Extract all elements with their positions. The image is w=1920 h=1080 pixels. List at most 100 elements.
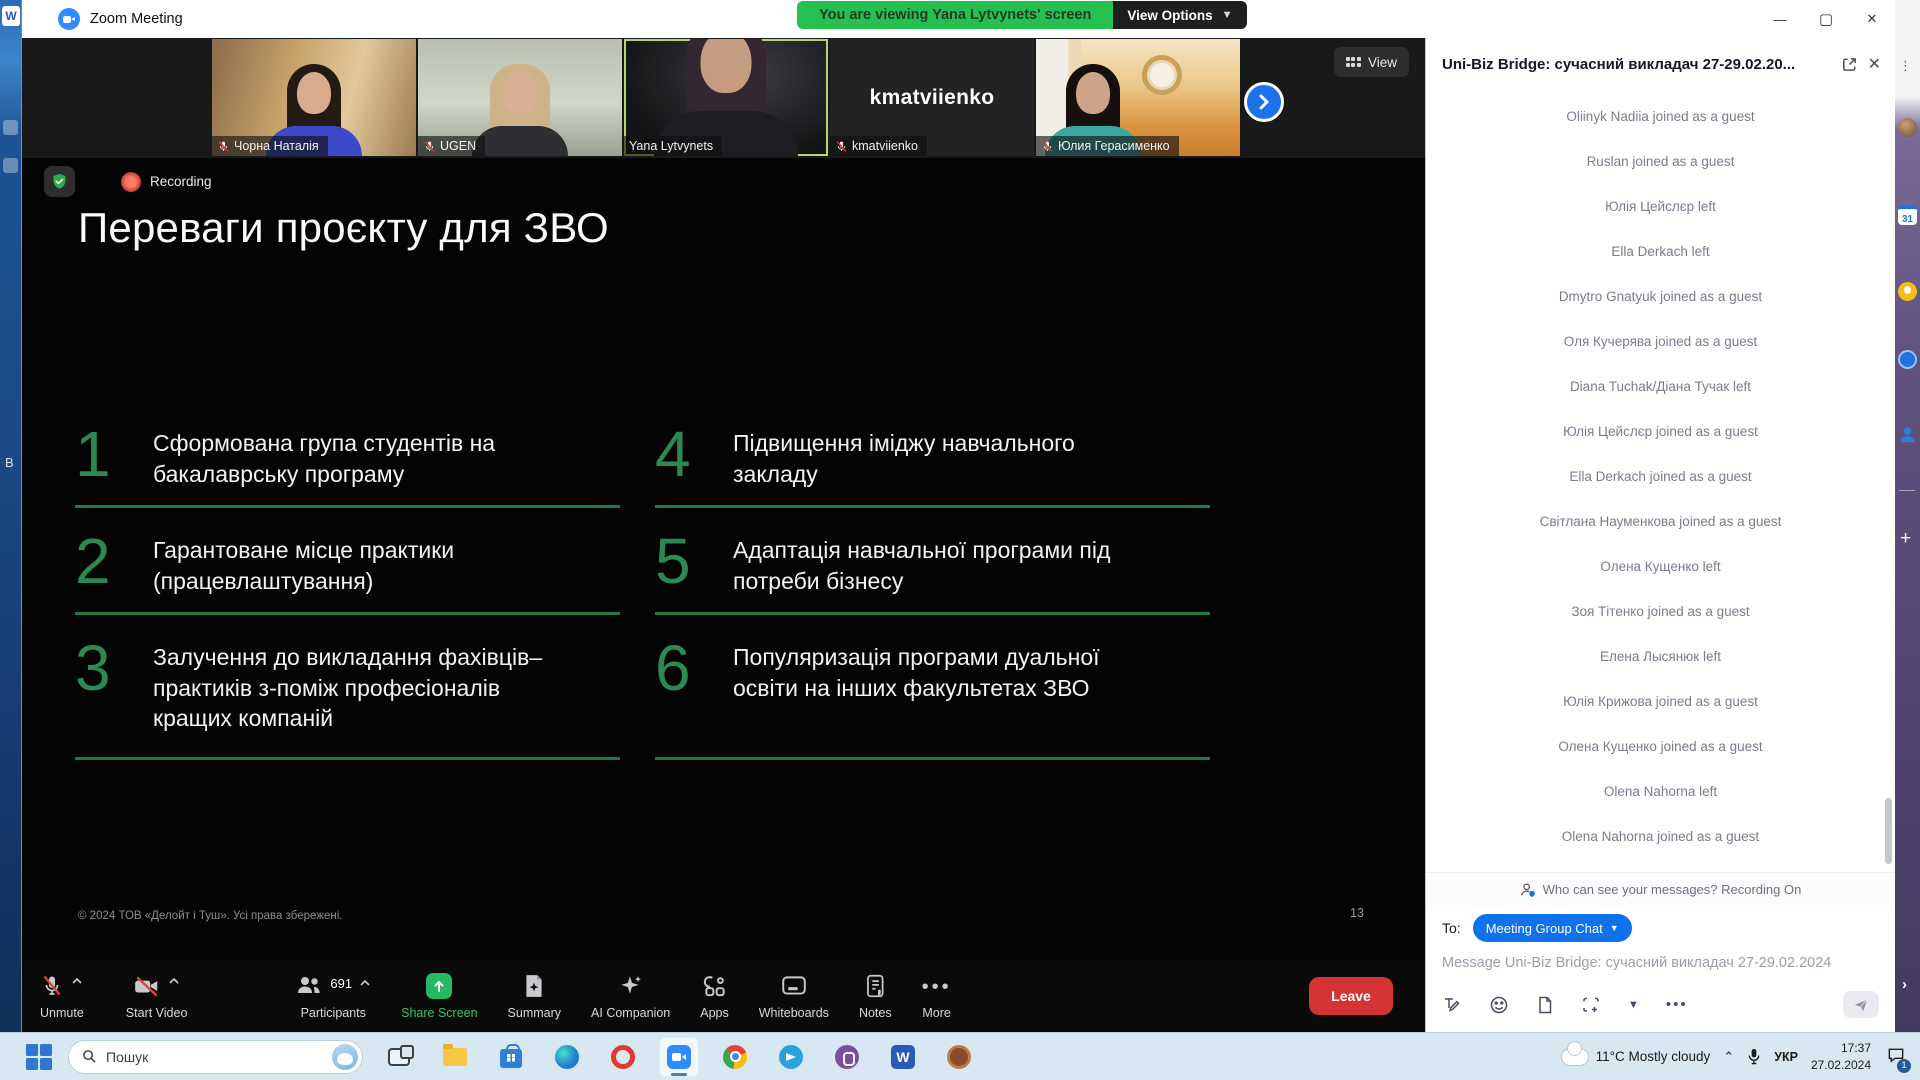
search-highlight-image[interactable] xyxy=(332,1044,358,1070)
emoji-icon[interactable] xyxy=(1489,995,1509,1015)
chat-system-message: Елена Лысянюк left xyxy=(1426,634,1895,679)
sync-icon[interactable] xyxy=(1898,350,1917,369)
attach-file-icon[interactable] xyxy=(1536,995,1554,1015)
tray-mic-icon[interactable] xyxy=(1747,1048,1761,1065)
background-icon xyxy=(3,158,18,173)
shared-screen-slide: Recording Переваги проєкту для ЗВО 1 Сфо… xyxy=(22,158,1425,960)
viber-icon[interactable] xyxy=(827,1037,867,1077)
recording-indicator: Recording xyxy=(44,166,212,197)
close-button[interactable]: ✕ xyxy=(1849,0,1895,38)
browser-profile-icon[interactable] xyxy=(939,1037,979,1077)
maximize-button[interactable]: ▢ xyxy=(1803,0,1849,38)
video-tile-yuliia-herasymenko[interactable]: Юлия Герасименко xyxy=(1036,39,1240,156)
privacy-person-icon xyxy=(1520,882,1536,898)
ai-companion-icon xyxy=(618,973,644,999)
notes-icon xyxy=(863,973,887,999)
more-dots-icon: ••• xyxy=(922,980,952,994)
participants-button[interactable]: 691 Participants xyxy=(295,973,371,1020)
screen-share-banner: You are viewing Yana Lytvynets' screen V… xyxy=(797,1,1247,29)
close-chat-icon[interactable]: ✕ xyxy=(1868,54,1881,74)
search-placeholder: Пошук xyxy=(106,1049,323,1065)
benefit-number: 6 xyxy=(655,638,711,741)
video-strip: Чорна Наталія UGEN xyxy=(22,38,1425,158)
hidden-icons-chevron[interactable]: ⌃ xyxy=(1723,1049,1734,1065)
scroll-participants-right-button[interactable] xyxy=(1244,82,1284,122)
more-button[interactable]: ••• More xyxy=(922,973,952,1020)
window-controls: — ▢ ✕ xyxy=(1757,0,1895,38)
chrome-browser-icon[interactable] xyxy=(715,1037,755,1077)
video-tile-yana-lytvynets-active-speaker[interactable]: Yana Lytvynets xyxy=(624,39,828,156)
audio-options-chevron-icon[interactable] xyxy=(71,977,83,985)
date-text: 27.02.2024 xyxy=(1811,1057,1871,1073)
weather-widget[interactable]: 11°C Mostly cloudy xyxy=(1562,1049,1711,1065)
pop-out-icon[interactable] xyxy=(1841,56,1858,73)
recipient-name: Meeting Group Chat xyxy=(1486,921,1603,936)
minimize-button[interactable]: — xyxy=(1757,0,1803,38)
chat-privacy-note[interactable]: Who can see your messages? Recording On xyxy=(1426,872,1895,906)
apps-icon xyxy=(702,973,728,999)
kebab-menu-icon: ⋮ xyxy=(1899,58,1912,74)
format-text-icon[interactable] xyxy=(1442,995,1462,1015)
view-layout-button[interactable]: View xyxy=(1334,47,1409,77)
start-video-button[interactable]: Start Video xyxy=(126,973,188,1020)
chat-scrollbar-thumb[interactable] xyxy=(1885,798,1892,864)
opera-browser-icon[interactable] xyxy=(603,1037,643,1077)
video-tile-kmatviienko[interactable]: kmatviienko kmatviienko xyxy=(830,39,1034,156)
send-message-button[interactable] xyxy=(1843,991,1879,1018)
screenshot-chevron-icon[interactable]: ▼ xyxy=(1628,999,1639,1011)
chat-message-list[interactable]: Oliinyk Nadiia joined as a guest Ruslan … xyxy=(1426,90,1895,872)
view-options-button[interactable]: View Options ▼ xyxy=(1113,1,1246,29)
benefit-text: Популяризація програми дуальної освіти н… xyxy=(733,642,1165,741)
whiteboards-button[interactable]: Whiteboards xyxy=(759,973,829,1020)
leave-button[interactable]: Leave xyxy=(1309,977,1393,1015)
desktop-photo-icon[interactable] xyxy=(1898,118,1917,137)
taskbar-apps: W xyxy=(379,1037,979,1077)
muted-mic-icon xyxy=(217,140,230,153)
benefit-text: Підвищення іміджу навчального закладу xyxy=(733,428,1165,489)
telegram-icon[interactable] xyxy=(771,1037,811,1077)
chevron-right-icon[interactable]: › xyxy=(1902,976,1907,993)
search-icon xyxy=(82,1049,97,1064)
slide-copyright: © 2024 ТОВ «Делойт і Туш». Усі права збе… xyxy=(78,910,342,922)
slide-left-column: 1 Сформована група студентів на бакалавр… xyxy=(75,428,620,787)
zoom-app-taskbar-icon[interactable] xyxy=(659,1037,699,1077)
screenshot-icon[interactable] xyxy=(1581,995,1601,1015)
microsoft-store-icon[interactable] xyxy=(491,1037,531,1077)
summary-button[interactable]: Summary xyxy=(508,973,561,1020)
add-icon[interactable]: + xyxy=(1900,528,1911,550)
word-icon[interactable]: W xyxy=(883,1037,923,1077)
message-input[interactable]: Message Uni-Biz Bridge: сучасний виклада… xyxy=(1442,955,1879,971)
language-indicator[interactable]: УКР xyxy=(1774,1050,1798,1064)
privacy-note-text: Who can see your messages? Recording On xyxy=(1543,882,1802,897)
file-explorer-icon[interactable] xyxy=(435,1037,475,1077)
benefit-text: Сформована група студентів на бакалаврсь… xyxy=(153,428,585,489)
video-tile-chorna-nataliia[interactable]: Чорна Наталія xyxy=(212,39,416,156)
start-button[interactable] xyxy=(24,1042,54,1072)
unmute-button[interactable]: Unmute xyxy=(40,973,84,1020)
camera-off-icon xyxy=(133,973,161,999)
participant-name-label: UGEN xyxy=(418,136,485,156)
security-shield-icon[interactable] xyxy=(44,166,75,197)
recording-dot-icon xyxy=(121,172,141,192)
notifications-button[interactable]: 1 xyxy=(1886,1045,1906,1069)
share-screen-button[interactable]: Share Screen xyxy=(401,973,477,1020)
contact-person-icon[interactable] xyxy=(1898,425,1917,444)
ai-companion-button[interactable]: AI Companion xyxy=(591,973,670,1020)
calendar-icon[interactable]: 31 xyxy=(1898,206,1917,225)
clock[interactable]: 17:37 27.02.2024 xyxy=(1811,1040,1871,1072)
video-tile-ugen[interactable]: UGEN xyxy=(418,39,622,156)
edge-browser-icon[interactable] xyxy=(547,1037,587,1077)
chat-system-message: Ruslan joined as a guest xyxy=(1426,139,1895,184)
taskbar-search[interactable]: Пошук xyxy=(68,1040,363,1074)
keep-notes-icon[interactable] xyxy=(1898,282,1917,301)
compose-more-icon[interactable]: ••• xyxy=(1666,996,1688,1013)
video-options-chevron-icon[interactable] xyxy=(168,977,180,985)
participants-chevron-icon[interactable] xyxy=(359,979,371,987)
whiteboards-icon xyxy=(780,973,808,999)
notes-button[interactable]: Notes xyxy=(859,973,892,1020)
participant-name: Yana Lytvynets xyxy=(629,139,713,153)
task-view-button[interactable] xyxy=(379,1037,419,1077)
apps-button[interactable]: Apps xyxy=(700,973,729,1020)
zoom-meeting-window: Zoom Meeting You are viewing Yana Lytvyn… xyxy=(22,0,1895,1032)
recipient-selector[interactable]: Meeting Group Chat ▼ xyxy=(1473,914,1632,942)
